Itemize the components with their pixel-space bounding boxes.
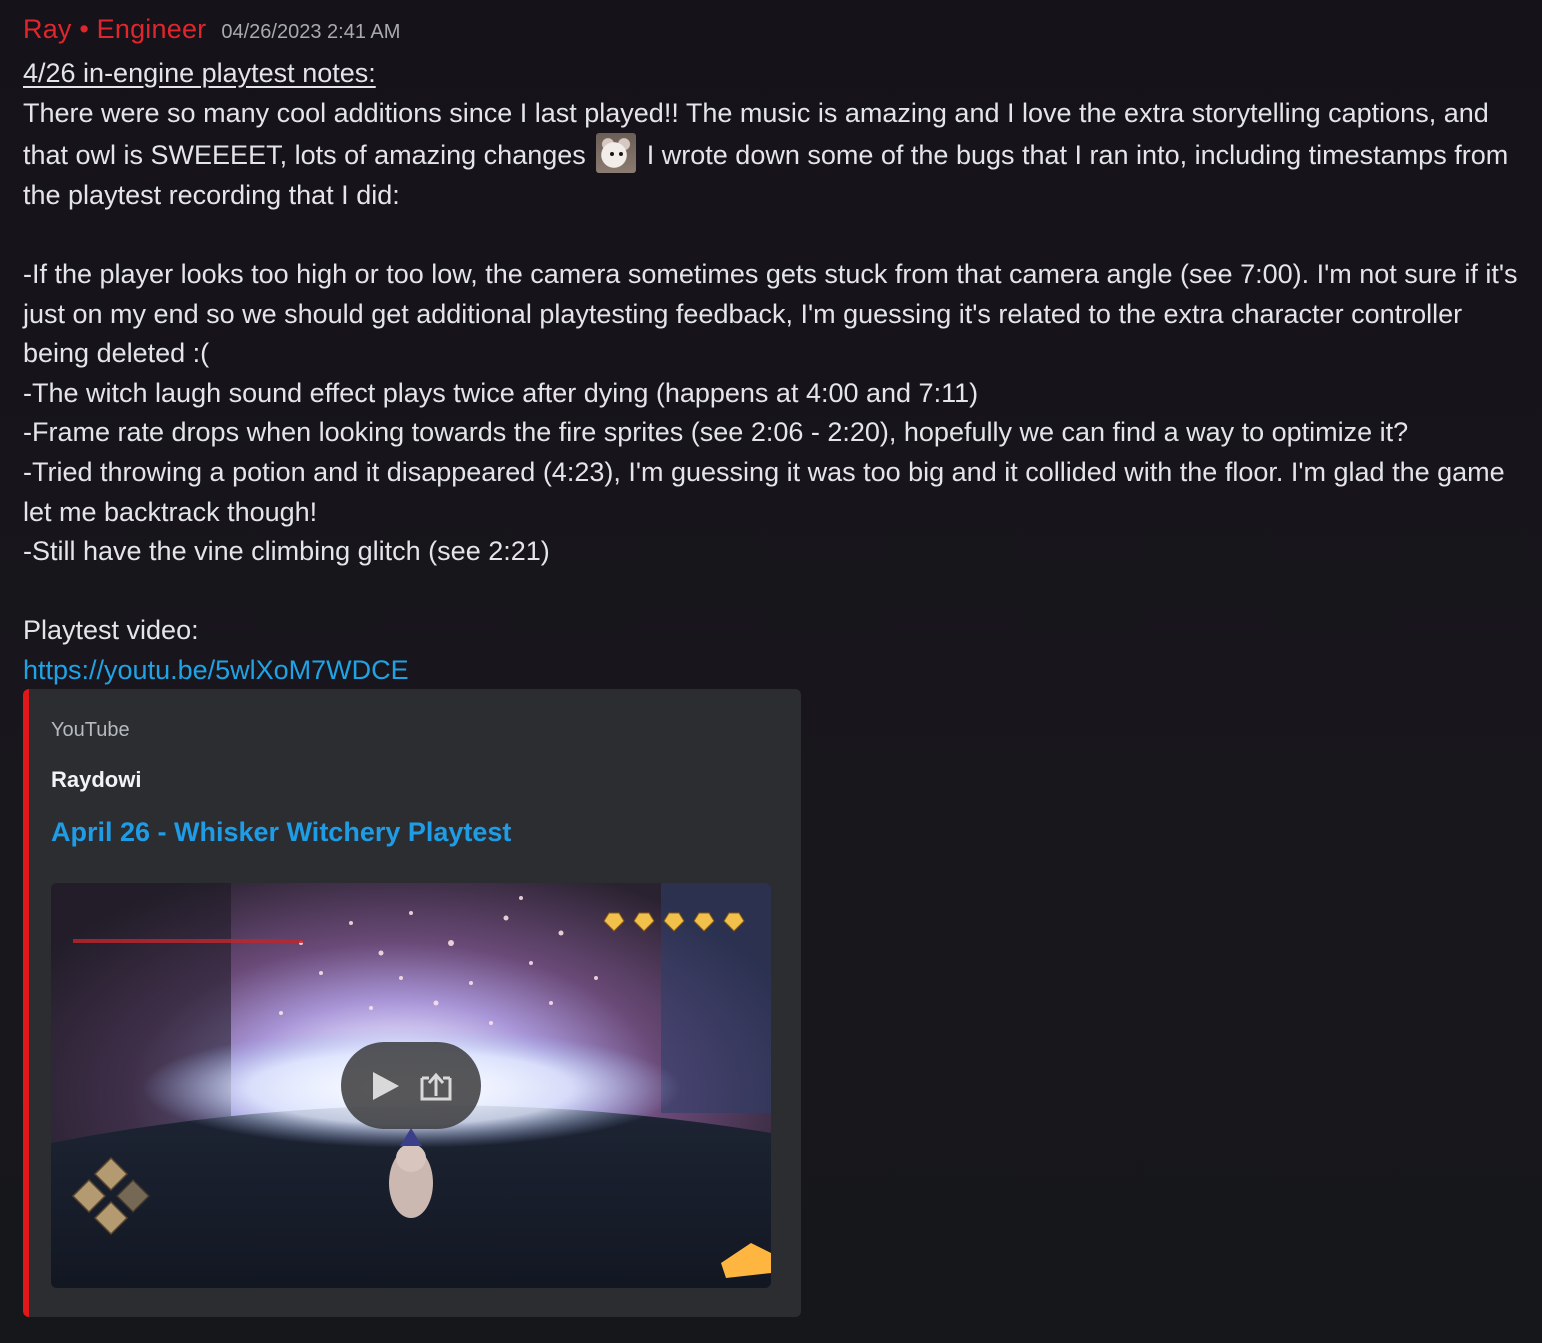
message-header: Ray • Engineer 04/26/2023 2:41 AM (23, 14, 1523, 54)
bug-item: -Tried throwing a potion and it disappea… (23, 456, 1505, 527)
bug-item: -The witch laugh sound effect plays twic… (23, 377, 979, 408)
hamster-emoji-icon (596, 133, 637, 174)
author-name[interactable]: Ray • Engineer (23, 14, 206, 45)
embed-author[interactable]: Raydowi (51, 767, 141, 793)
message-content: 4/26 in-engine playtest notes: There wer… (23, 54, 1523, 691)
bug-item: -If the player looks too high or too low… (23, 258, 1518, 369)
bug-item: -Still have the vine climbing glitch (se… (23, 536, 550, 567)
video-link[interactable]: https://youtu.be/5wlXoM7WDCE (23, 655, 409, 685)
open-external-icon[interactable] (418, 1068, 454, 1104)
message-timestamp: 04/26/2023 2:41 AM (221, 21, 401, 43)
chat-message: Ray • Engineer 04/26/2023 2:41 AM 4/26 i… (23, 14, 1523, 691)
embed-provider[interactable]: YouTube (51, 719, 130, 742)
embed-title[interactable]: April 26 - Whisker Witchery Playtest (51, 817, 511, 848)
video-controls (341, 1042, 481, 1129)
youtube-embed: YouTube Raydowi April 26 - Whisker Witch… (23, 689, 801, 1317)
video-label: Playtest video: (23, 615, 199, 646)
play-icon[interactable] (368, 1068, 404, 1104)
video-thumbnail[interactable] (51, 883, 771, 1288)
intro-paragraph: There were so many cool additions since … (23, 94, 1523, 216)
bug-item: -Frame rate drops when looking towards t… (23, 417, 1409, 448)
notes-heading: 4/26 in-engine playtest notes: (23, 58, 376, 88)
